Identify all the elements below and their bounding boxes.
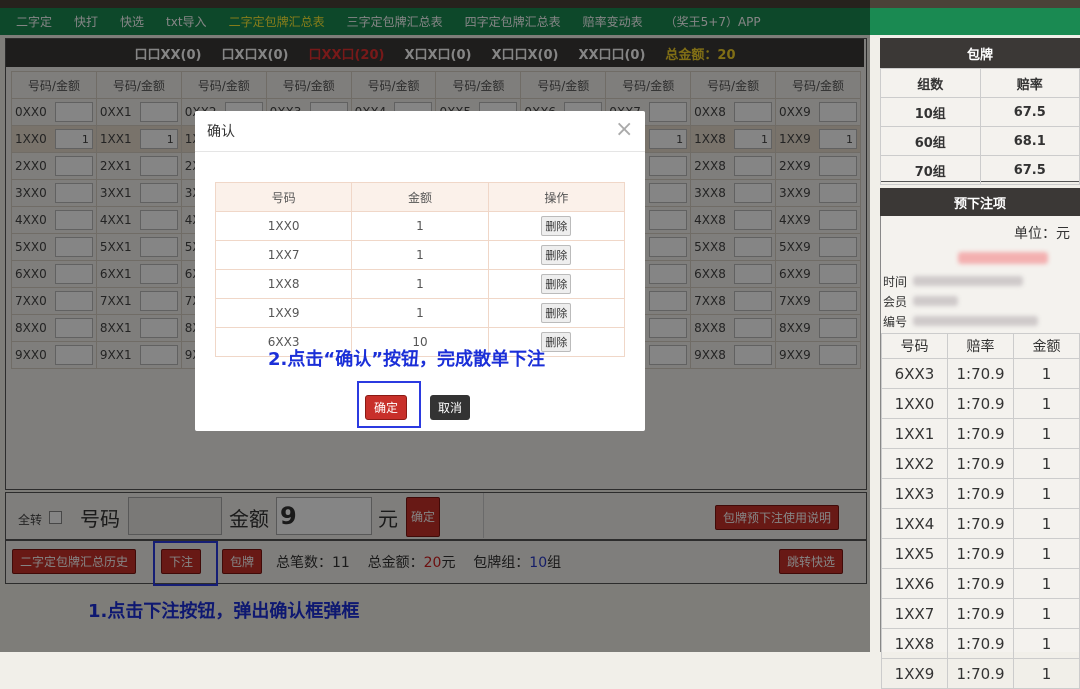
delete-button[interactable]: 删除 bbox=[541, 216, 572, 236]
confirm-row: 1XX9 1 删除 bbox=[214, 298, 626, 328]
pre-cell: 1:70.9 bbox=[947, 448, 1014, 479]
pre-cell: 1 bbox=[1013, 478, 1080, 509]
pre-cell: 1 bbox=[1013, 568, 1080, 599]
pre-panel-title: 预下注项 bbox=[880, 188, 1080, 216]
pre-cell: 1XX6 bbox=[881, 568, 948, 599]
pre-cell: 1 bbox=[1013, 658, 1080, 689]
pre-cell: 1 bbox=[1013, 628, 1080, 659]
unit-text: 单位：元 bbox=[1014, 226, 1070, 242]
pre-row: 1XX0 1:70.9 1 bbox=[881, 388, 1080, 419]
time-label: 时间 bbox=[883, 275, 908, 289]
pre-row: 1XX5 1:70.9 1 bbox=[881, 538, 1080, 569]
confirm-cell: 1 bbox=[351, 211, 489, 241]
baopai-cell: 70组 bbox=[880, 155, 981, 185]
pre-cell: 1:70.9 bbox=[947, 628, 1014, 659]
pre-cell: 1 bbox=[1013, 418, 1080, 449]
pre-bet-table: 号码 赔率 金额 6XX3 1:70.9 1 1XX0 1:70.9 1 1XX1 1:70.9 1 1… bbox=[881, 333, 1080, 689]
delete-button[interactable]: 删除 bbox=[541, 274, 572, 294]
pre-row: 1XX9 1:70.9 1 bbox=[881, 658, 1080, 689]
pre-cell: 1 bbox=[1013, 388, 1080, 419]
pre-cell: 1:70.9 bbox=[947, 658, 1014, 689]
pre-cell: 1XX7 bbox=[881, 598, 948, 629]
modal-divider bbox=[195, 151, 645, 152]
pre-cell: 1XX2 bbox=[881, 448, 948, 479]
cancel-button[interactable]: 取消 bbox=[430, 395, 471, 420]
confirm-cell: 1 bbox=[351, 298, 489, 328]
pre-header: 金额 bbox=[1013, 333, 1080, 359]
pre-cell: 1XX8 bbox=[881, 628, 948, 659]
confirm-cell: 1 bbox=[351, 269, 489, 299]
confirm-row: 1XX0 1 删除 bbox=[214, 211, 626, 241]
pre-cell: 1XX3 bbox=[881, 478, 948, 509]
confirm-cell: 1XX7 bbox=[214, 240, 353, 270]
redacted-title bbox=[958, 252, 1048, 264]
pre-cell: 1 bbox=[1013, 598, 1080, 629]
pre-cell: 1 bbox=[1013, 448, 1080, 479]
pre-row: 1XX6 1:70.9 1 bbox=[881, 568, 1080, 599]
baopai-cell: 67.5 bbox=[979, 97, 1080, 127]
modal-title: 确认 bbox=[207, 124, 235, 140]
redacted-time bbox=[913, 276, 1023, 286]
number-label: 编号 bbox=[883, 315, 908, 329]
delete-button[interactable]: 删除 bbox=[541, 303, 572, 323]
baopai-cell: 68.1 bbox=[979, 126, 1080, 156]
confirm-table: 号码 金额 操作 1XX0 1 删除 1XX7 1 删除 1XX8 1 删除 1XX9 1 删除 6XX3 10… bbox=[214, 182, 626, 357]
baopai-title: 包牌 bbox=[880, 38, 1080, 68]
confirm-header: 号码 bbox=[214, 182, 353, 212]
pre-cell: 1XX1 bbox=[881, 418, 948, 449]
confirm-cell: 1XX9 bbox=[214, 298, 353, 328]
pre-cell: 6XX3 bbox=[881, 358, 948, 389]
pre-cell: 1:70.9 bbox=[947, 388, 1014, 419]
confirm-cell: 1XX0 bbox=[214, 211, 353, 241]
confirm-cell: 1XX8 bbox=[214, 269, 353, 299]
pre-cell: 1 bbox=[1013, 358, 1080, 389]
pre-cell: 1:70.9 bbox=[947, 358, 1014, 389]
baopai-cell: 10组 bbox=[880, 97, 981, 127]
baopai-table: 组数 赔率 10组 67.5 60组 68.1 70组 67.5 bbox=[880, 68, 1080, 185]
delete-button[interactable]: 删除 bbox=[541, 332, 572, 352]
redacted-member bbox=[913, 296, 958, 306]
member-label: 会员 bbox=[883, 295, 908, 309]
pre-row: 6XX3 1:70.9 1 bbox=[881, 358, 1080, 389]
close-icon[interactable]: × bbox=[615, 117, 633, 142]
ok-button[interactable]: 确定 bbox=[365, 395, 408, 420]
pre-cell: 1 bbox=[1013, 508, 1080, 539]
pre-cell: 1XX4 bbox=[881, 508, 948, 539]
pre-cell: 1:70.9 bbox=[947, 568, 1014, 599]
pre-cell: 1XX5 bbox=[881, 538, 948, 569]
pre-row: 1XX7 1:70.9 1 bbox=[881, 598, 1080, 629]
pre-cell: 1XX0 bbox=[881, 388, 948, 419]
pre-header: 号码 bbox=[881, 333, 948, 359]
confirm-modal: 确认 × 号码 金额 操作 1XX0 1 删除 1XX7 1 删除 1XX8 1 删除 1XX9 1 删除 6… bbox=[195, 111, 645, 431]
confirm-header: 操作 bbox=[487, 182, 626, 212]
confirm-header: 金额 bbox=[351, 182, 489, 212]
redacted-number bbox=[913, 316, 1038, 326]
pre-row: 1XX2 1:70.9 1 bbox=[881, 448, 1080, 479]
baopai-header: 赔率 bbox=[979, 68, 1080, 98]
pre-cell: 1:70.9 bbox=[947, 598, 1014, 629]
baopai-cell: 67.5 bbox=[979, 155, 1080, 185]
baopai-header: 组数 bbox=[880, 68, 981, 98]
pre-row: 1XX4 1:70.9 1 bbox=[881, 508, 1080, 539]
baopai-cell: 60组 bbox=[880, 126, 981, 156]
pre-cell: 1:70.9 bbox=[947, 508, 1014, 539]
confirm-row: 1XX7 1 删除 bbox=[214, 240, 626, 270]
instruction-2: 2.点击“确认”按钮，完成散单下注 bbox=[268, 349, 546, 370]
pre-row: 1XX1 1:70.9 1 bbox=[881, 418, 1080, 449]
pre-cell: 1:70.9 bbox=[947, 418, 1014, 449]
pre-row: 1XX8 1:70.9 1 bbox=[881, 628, 1080, 659]
pre-cell: 1 bbox=[1013, 538, 1080, 569]
pre-cell: 1:70.9 bbox=[947, 538, 1014, 569]
delete-button[interactable]: 删除 bbox=[541, 245, 572, 265]
confirm-cell: 1 bbox=[351, 240, 489, 270]
confirm-row: 1XX8 1 删除 bbox=[214, 269, 626, 299]
pre-cell: 1XX9 bbox=[881, 658, 948, 689]
pre-cell: 1:70.9 bbox=[947, 478, 1014, 509]
pre-row: 1XX3 1:70.9 1 bbox=[881, 478, 1080, 509]
pre-header: 赔率 bbox=[947, 333, 1014, 359]
